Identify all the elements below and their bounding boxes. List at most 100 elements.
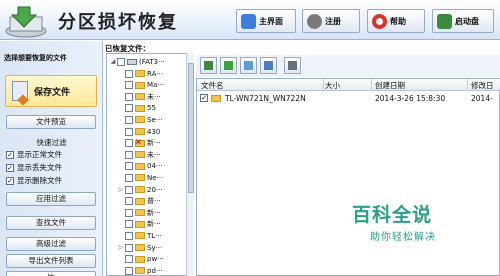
tree-item[interactable]: TL··· <box>117 230 162 241</box>
user-icon <box>307 13 322 29</box>
tree-item-checkbox[interactable] <box>125 173 133 182</box>
column-name[interactable]: 文件名 <box>201 80 224 91</box>
filter-lost-label: 显示丢失文件 <box>17 163 62 172</box>
expand-arrow-icon[interactable]: ▷ <box>117 186 125 193</box>
tree-item-checkbox[interactable] <box>125 69 133 78</box>
tree-item-checkbox[interactable] <box>125 208 133 217</box>
tree-item-checkbox[interactable] <box>125 266 133 275</box>
lifebuoy-icon <box>372 13 387 29</box>
tree-item[interactable]: Se··· <box>117 114 162 125</box>
register-button[interactable]: 注册 <box>302 9 360 33</box>
filter-lost-row[interactable]: ✓ 显示丢失文件 <box>6 162 62 173</box>
column-modified[interactable]: 修改日 <box>471 80 494 91</box>
folder-tree[interactable]: ◢ (FAT3··· RA··· Ma··· 未··· 55 Se··· 430 新··· 未… <box>106 53 194 276</box>
tree-item-label: 新··· <box>147 139 161 148</box>
image-view-button[interactable] <box>240 57 257 74</box>
file-row[interactable]: ✓ TL-WN721N_WN722N 2014-3-26 15:8:30 201… <box>197 92 500 105</box>
tree-item-checkbox[interactable] <box>125 81 133 90</box>
save-disk-button[interactable] <box>284 57 301 74</box>
file-row-modified: 2014- <box>471 94 493 103</box>
tree-item-checkbox[interactable] <box>125 139 133 148</box>
tree-item-label: 04··· <box>147 162 163 171</box>
filter-deleted-checkbox[interactable]: ✓ <box>6 176 14 185</box>
expand-arrow-icon[interactable]: ◢ <box>109 58 117 65</box>
watermark-subtitle: 助你轻松解决 <box>370 232 436 243</box>
filter-deleted-row[interactable]: ✓ 显示删除文件 <box>6 175 62 186</box>
tree-item-checkbox[interactable] <box>125 185 133 194</box>
tree-item[interactable]: 未··· <box>117 149 161 160</box>
tree-item-checkbox[interactable] <box>125 104 133 113</box>
expand-arrow-icon[interactable]: ▷ <box>117 244 125 251</box>
tree-item-checkbox[interactable] <box>125 243 133 252</box>
filter-lost-checkbox[interactable]: ✓ <box>6 163 14 172</box>
up-folder-icon <box>204 61 213 70</box>
app-header: 分区损坏恢复 主界面 注册 帮助 启动盘 <box>0 0 500 40</box>
tree-item[interactable]: pd··· <box>117 265 163 275</box>
tree-scrollbar-thumb[interactable] <box>188 63 194 193</box>
tree-item[interactable]: 新··· <box>117 207 161 218</box>
tree-item[interactable]: 04··· <box>117 161 163 172</box>
tree-item[interactable]: ▷ Sy··· <box>117 242 162 253</box>
tree-item-checkbox[interactable] <box>125 220 133 229</box>
tree-item[interactable]: 430 <box>117 126 160 137</box>
find-files-button[interactable]: 查找文件 <box>6 216 96 230</box>
column-created[interactable]: 创建日期 <box>375 80 405 91</box>
tree-item[interactable]: 普··· <box>117 196 161 207</box>
save-files-button[interactable]: 保存文件 <box>5 75 97 107</box>
recover-button[interactable]: 恢 <box>6 271 96 276</box>
advanced-filter-button[interactable]: 高级过滤 <box>6 237 96 251</box>
tree-item-checkbox[interactable] <box>125 255 133 264</box>
export-list-button[interactable]: 导出文件列表 <box>6 254 96 268</box>
tree-item-checkbox[interactable] <box>125 197 133 206</box>
tree-item-checkbox[interactable] <box>125 92 133 101</box>
folder-icon <box>135 93 145 101</box>
tree-item[interactable]: 55 <box>117 103 156 114</box>
tree-item[interactable]: 新··· <box>117 137 161 149</box>
home-button-label: 主界面 <box>259 16 283 26</box>
add-icon <box>224 61 233 70</box>
filter-normal-checkbox[interactable]: ✓ <box>6 150 14 159</box>
tree-item-label: 普··· <box>147 197 161 206</box>
tree-item-checkbox[interactable] <box>125 115 133 124</box>
tree-item-checkbox[interactable] <box>125 127 133 136</box>
file-list[interactable]: 文件名 大小 创建日期 修改日 ✓ TL-WN721N_WN722N 2014-… <box>196 78 500 276</box>
tree-item-label: pw··· <box>147 255 164 264</box>
column-divider[interactable] <box>467 79 468 91</box>
tree-item[interactable]: RA··· <box>117 68 163 79</box>
tree-item-checkbox[interactable] <box>125 150 133 159</box>
add-button[interactable] <box>220 57 237 74</box>
folder-icon <box>135 104 145 112</box>
tree-item[interactable]: 新··· <box>117 219 161 230</box>
column-divider[interactable] <box>371 79 372 91</box>
details-view-icon <box>264 61 273 70</box>
tree-item[interactable]: ▷ 20··· <box>117 184 163 195</box>
tree-root[interactable]: ◢ (FAT3··· <box>109 56 165 67</box>
file-list-header: 文件名 大小 创建日期 修改日 <box>197 79 500 91</box>
tree-scrollbar[interactable] <box>186 53 194 276</box>
tree-item-checkbox[interactable] <box>125 162 133 171</box>
filter-normal-row[interactable]: ✓ 显示正常文件 <box>6 149 62 160</box>
file-row-checkbox[interactable]: ✓ <box>200 94 208 102</box>
drive-icon <box>437 13 452 29</box>
help-button[interactable]: 帮助 <box>367 9 425 33</box>
filter-deleted-label: 显示删除文件 <box>17 176 62 185</box>
file-toolbar <box>196 55 500 77</box>
up-folder-button[interactable] <box>200 57 217 74</box>
home-button[interactable]: 主界面 <box>236 9 296 33</box>
tree-item[interactable]: 未··· <box>117 91 161 102</box>
tree-item-checkbox[interactable] <box>125 231 133 240</box>
apply-filter-button[interactable]: 应用过滤 <box>6 192 96 206</box>
column-divider[interactable] <box>323 79 324 91</box>
details-view-button[interactable] <box>260 57 277 74</box>
folder-icon <box>211 95 221 102</box>
folder-icon <box>135 232 145 240</box>
tree-item[interactable]: pw··· <box>117 254 164 265</box>
tree-checkbox[interactable] <box>117 57 125 66</box>
folder-icon <box>135 209 145 217</box>
tree-item[interactable]: Ma··· <box>117 80 164 91</box>
tree-item[interactable]: Ne··· <box>117 172 163 183</box>
column-size[interactable]: 大小 <box>325 80 340 91</box>
tree-item-label: 430 <box>147 127 161 136</box>
file-preview-button[interactable]: 文件预览 <box>6 115 96 129</box>
boot-disk-button[interactable]: 启动盘 <box>432 9 494 33</box>
